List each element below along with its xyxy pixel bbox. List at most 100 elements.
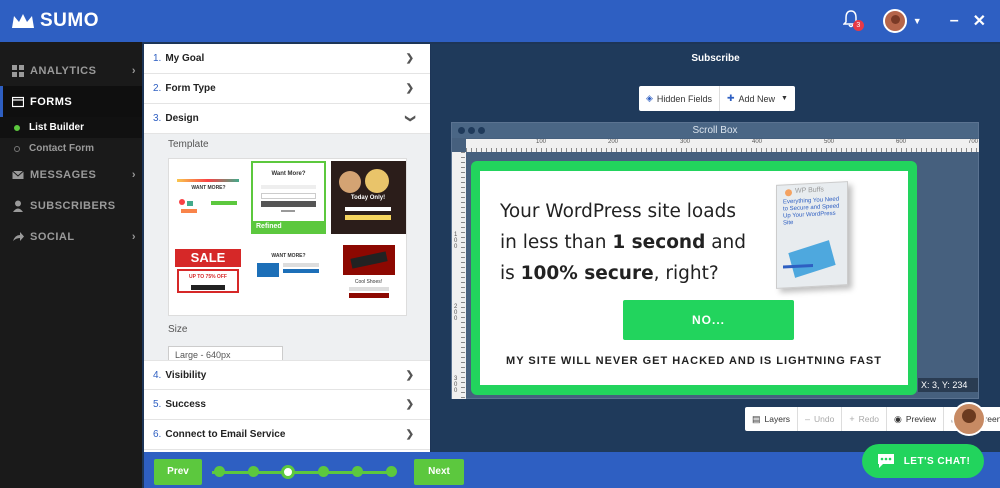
wizard-step-dot[interactable] (318, 466, 329, 477)
notifications-button[interactable]: 3 (841, 9, 864, 33)
sidebar-subitem-contact-form[interactable]: Contact Form (0, 138, 142, 159)
headline-bold: 1 second (612, 232, 706, 253)
preview-button[interactable]: ◉ Preview (887, 407, 945, 431)
chat-bubble-icon (877, 454, 894, 468)
minimize-button[interactable]: – (950, 12, 959, 30)
headline-text: in less than (500, 232, 613, 253)
chevron-right-icon: ❯ (405, 369, 414, 381)
template-title: Today Only! (350, 195, 386, 201)
template-subtitle: UP TO 75% OFF (189, 274, 227, 280)
optin-footer-text[interactable]: MY SITE WILL NEVER GET HACKED AND IS LIG… (480, 355, 908, 367)
wizard-step-dot[interactable] (248, 466, 259, 477)
template-label: Template (168, 139, 209, 150)
chevron-right-icon: › (131, 230, 136, 243)
size-select[interactable]: Large - 640px (168, 346, 283, 360)
sidebar-item-label: ANALYTICS (30, 64, 97, 77)
brand-name: SUMO (40, 10, 99, 31)
no-button[interactable]: NO... (623, 300, 794, 340)
template-thumbnail-selected[interactable]: Want More? Refined (251, 161, 326, 234)
envelope-icon (12, 170, 24, 179)
step-design[interactable]: 3. Design ❯ (144, 104, 430, 134)
step-number: 2. (153, 83, 162, 94)
dot-icon (14, 124, 20, 131)
user-avatar[interactable] (882, 9, 907, 33)
grid-icon (12, 64, 24, 77)
sidebar-item-forms[interactable]: FORMS (0, 86, 142, 117)
template-title: Cool Shoes! (354, 279, 383, 285)
step-label: My Goal (165, 53, 205, 64)
close-button[interactable]: ✕ (973, 11, 986, 31)
button-label: Hidden Fields (656, 93, 712, 104)
ruler-label: 300 (680, 139, 691, 145)
sidebar-item-analytics[interactable]: ANALYTICS › (0, 55, 142, 86)
sidebar-subitem-list-builder[interactable]: List Builder (0, 117, 142, 138)
editor-canvas: Subscribe ◈ Hidden Fields ✚ Add New ▼ Scrol… (431, 44, 1000, 452)
chevron-right-icon: ❯ (405, 399, 414, 410)
chat-agent-avatar[interactable] (952, 402, 986, 436)
optin-form-preview[interactable]: Your WordPress site loads in less than 1… (471, 161, 917, 395)
wizard-step-dot-current[interactable] (281, 465, 295, 479)
wizard-step-dot[interactable] (214, 466, 225, 477)
template-thumbnail[interactable]: WANT MORE? (171, 161, 246, 234)
step-connect-email[interactable]: 6. Connect to Email Service ❯ (144, 420, 430, 450)
ruler-horizontal: 100 200 300 400 500 600 700 (466, 139, 979, 152)
lets-chat-button[interactable]: LET'S CHAT! (862, 444, 984, 478)
ebook-title: Everything You Need to Secure and Speed … (783, 196, 840, 227)
cursor-coordinates: X: 3, Y: 234 (918, 378, 978, 392)
sidebar-item-social[interactable]: SOCIAL › (0, 221, 142, 252)
template-thumbnail[interactable]: WANT MORE? (251, 241, 326, 314)
scroll-box-title: Scroll Box (692, 125, 738, 136)
step-label: Form Type (165, 83, 216, 94)
template-thumbnail[interactable]: SALE UP TO 75% OFF (171, 241, 246, 314)
next-button[interactable]: Next (414, 459, 464, 485)
canvas-toolbar: ◈ Hidden Fields ✚ Add New ▼ (639, 86, 795, 111)
eye-icon: ◉ (893, 413, 902, 424)
wizard-step-dot[interactable] (352, 466, 363, 477)
sumo-logo[interactable]: SUMO (10, 10, 99, 32)
button-label: Redo (858, 414, 879, 424)
step-label: Success (165, 399, 206, 410)
step-number: 3. (153, 113, 162, 124)
headline-line: is 100% secure, right? (500, 258, 746, 289)
prev-button[interactable]: Prev (154, 459, 202, 485)
template-thumbnail[interactable]: Today Only! (331, 161, 406, 234)
ruler-label: 100 (536, 139, 547, 145)
add-new-button[interactable]: ✚ Add New ▼ (720, 86, 795, 111)
step-my-goal[interactable]: 1. My Goal ❯ (144, 44, 430, 74)
button-label: Undo (814, 414, 835, 424)
sidebar: ANALYTICS › FORMS List Builder Contact F… (0, 42, 142, 488)
sidebar-item-subscribers[interactable]: SUBSCRIBERS (0, 190, 142, 221)
wizard-step-dot[interactable] (386, 466, 397, 477)
template-title: Want More? (271, 171, 306, 177)
headline-bold: 100% secure (520, 263, 654, 284)
scroll-box-header: Scroll Box (452, 123, 978, 138)
optin-headline[interactable]: Your WordPress site loads in less than 1… (500, 196, 746, 289)
undo-icon: – (805, 414, 811, 424)
template-thumbnail[interactable]: Cool Shoes! (331, 241, 406, 314)
headline-text: is (500, 263, 521, 284)
ebook-brand: WP Buffs (795, 186, 824, 195)
chevron-right-icon: ❯ (405, 429, 414, 440)
step-label: Connect to Email Service (165, 429, 286, 440)
step-form-type[interactable]: 2. Form Type ❯ (144, 74, 430, 104)
layers-button[interactable]: ▤ Layers (745, 407, 799, 431)
step-number: 5. (153, 399, 162, 410)
ebook-image[interactable]: WP Buffs Everything You Need to Secure a… (776, 181, 848, 289)
undo-button[interactable]: – Undo (798, 407, 843, 431)
chevron-down-icon[interactable]: ▼ (913, 16, 922, 26)
sidebar-item-messages[interactable]: MESSAGES › (0, 159, 142, 190)
user-icon (13, 200, 23, 212)
share-icon (13, 231, 24, 241)
sidebar-subitem-label: Contact Form (29, 143, 94, 154)
button-label: Add New (738, 93, 776, 104)
hidden-fields-button[interactable]: ◈ Hidden Fields (639, 86, 720, 111)
step-label: Visibility (165, 369, 207, 381)
step-success[interactable]: 5. Success ❯ (144, 390, 430, 420)
notification-badge: 3 (852, 19, 864, 31)
redo-button[interactable]: + Redo (842, 407, 887, 431)
chevron-right-icon: ❯ (405, 83, 414, 94)
chat-label: LET'S CHAT! (903, 455, 971, 467)
step-visibility[interactable]: 4. Visibility ❯ (144, 360, 430, 390)
canvas-title: Subscribe (691, 53, 740, 64)
ruler-label: 400 (752, 139, 763, 145)
